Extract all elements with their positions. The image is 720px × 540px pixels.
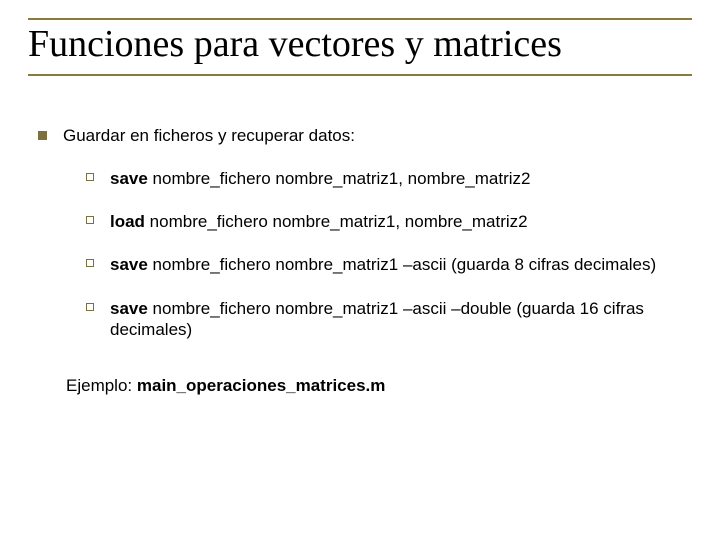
intro-text: Guardar en ficheros y recuperar datos:: [63, 126, 692, 146]
open-square-bullet-icon: [86, 216, 94, 224]
title-rule-box: Funciones para vectores y matrices: [28, 18, 692, 76]
bullet-level2: save nombre_fichero nombre_matriz1 –asci…: [86, 254, 692, 275]
item-text: save nombre_fichero nombre_matriz1 –asci…: [110, 254, 692, 275]
command-keyword: save: [110, 299, 148, 318]
command-keyword: save: [110, 255, 148, 274]
bullet-level2: save nombre_fichero nombre_matriz1, nomb…: [86, 168, 692, 189]
item-text: load nombre_fichero nombre_matriz1, nomb…: [110, 211, 692, 232]
command-args: nombre_fichero nombre_matriz1 –ascii (gu…: [148, 255, 656, 274]
slide-title: Funciones para vectores y matrices: [28, 24, 692, 66]
slide: Funciones para vectores y matrices Guard…: [0, 0, 720, 540]
bullet-level2: save nombre_fichero nombre_matriz1 –asci…: [86, 298, 692, 341]
bullet-level2: load nombre_fichero nombre_matriz1, nomb…: [86, 211, 692, 232]
example-line: Ejemplo: main_operaciones_matrices.m: [66, 376, 692, 396]
square-bullet-icon: [38, 131, 47, 140]
command-keyword: load: [110, 212, 145, 231]
item-text: save nombre_fichero nombre_matriz1 –asci…: [110, 298, 692, 341]
open-square-bullet-icon: [86, 303, 94, 311]
command-keyword: save: [110, 169, 148, 188]
example-filename: main_operaciones_matrices.m: [137, 376, 386, 395]
command-args: nombre_fichero nombre_matriz1 –ascii –do…: [110, 299, 644, 339]
open-square-bullet-icon: [86, 259, 94, 267]
command-args: nombre_fichero nombre_matriz1, nombre_ma…: [148, 169, 531, 188]
item-text: save nombre_fichero nombre_matriz1, nomb…: [110, 168, 692, 189]
example-label: Ejemplo:: [66, 376, 137, 395]
bullet-level1: Guardar en ficheros y recuperar datos:: [38, 126, 692, 146]
open-square-bullet-icon: [86, 173, 94, 181]
command-args: nombre_fichero nombre_matriz1, nombre_ma…: [145, 212, 528, 231]
